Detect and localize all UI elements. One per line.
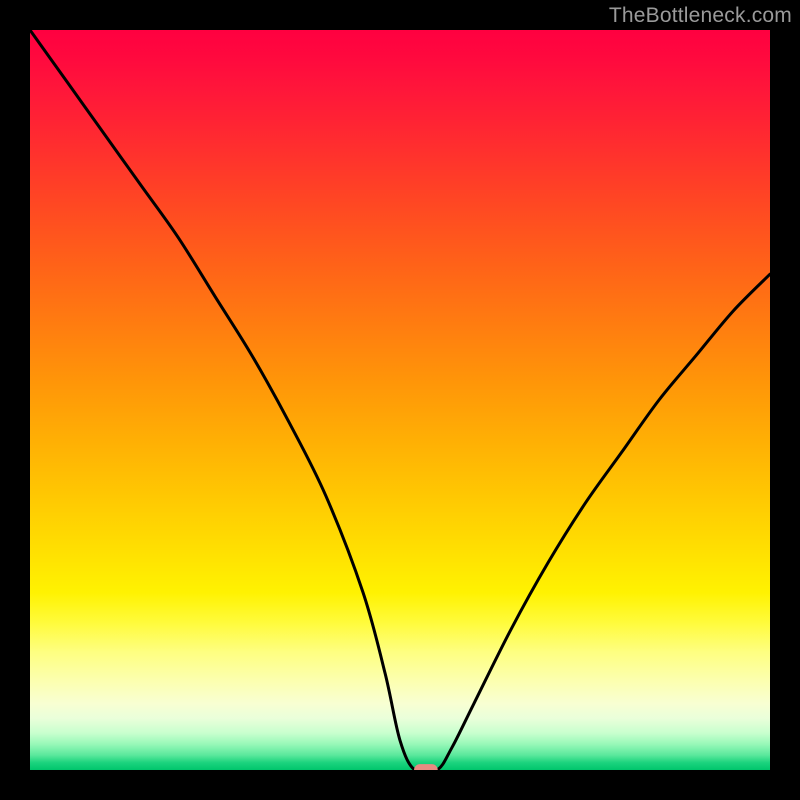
optimal-point-marker bbox=[414, 764, 438, 770]
chart-frame: TheBottleneck.com bbox=[0, 0, 800, 800]
bottleneck-curve bbox=[30, 30, 770, 770]
watermark-label: TheBottleneck.com bbox=[609, 4, 792, 28]
bottleneck-curve-path bbox=[30, 30, 770, 770]
plot-area bbox=[30, 30, 770, 770]
